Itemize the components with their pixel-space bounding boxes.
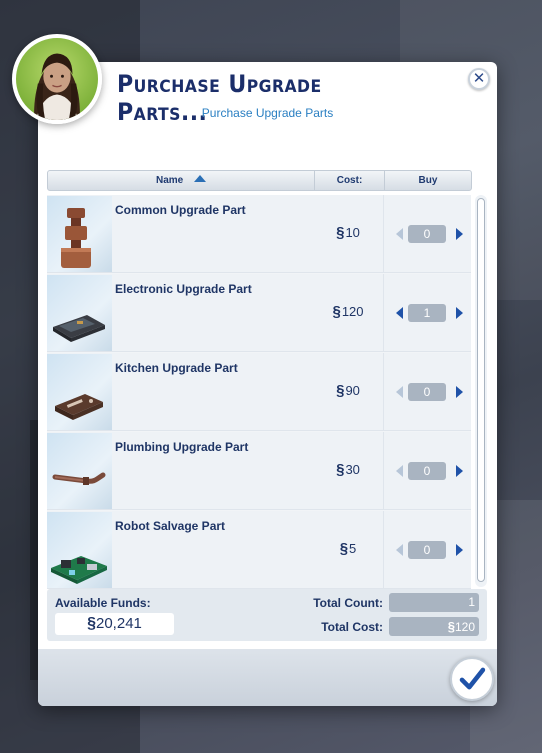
total-count-value: 1 <box>389 593 479 612</box>
available-funds-value: §20,241 <box>55 613 174 635</box>
checkmark-icon <box>459 667 486 690</box>
table-header: Name Cost: Buy <box>47 170 472 191</box>
list-item: Common Upgrade Part §10 0 <box>47 195 471 273</box>
item-cost: §30 <box>313 461 383 478</box>
increase-arrow-icon[interactable] <box>456 465 463 477</box>
increase-arrow-icon[interactable] <box>456 228 463 240</box>
item-cost-value: 30 <box>345 462 360 477</box>
total-cost-label: Total Cost: <box>321 620 383 634</box>
column-header-buy[interactable]: Buy <box>384 171 471 190</box>
avatar <box>12 34 102 124</box>
quantity-field[interactable]: 0 <box>408 383 446 401</box>
total-cost-amount: 120 <box>454 620 475 634</box>
currency-symbol: § <box>336 461 345 478</box>
currency-symbol: § <box>336 382 345 399</box>
currency-symbol: § <box>339 540 349 557</box>
available-funds-label: Available Funds: <box>55 596 151 610</box>
currency-symbol: § <box>332 303 341 320</box>
decrease-arrow-icon[interactable] <box>396 307 403 319</box>
item-name: Common Upgrade Part <box>115 203 246 217</box>
heating-plate-icon <box>47 354 112 430</box>
sort-ascending-icon <box>194 175 207 182</box>
currency-symbol: § <box>447 619 455 634</box>
decrease-arrow-icon[interactable] <box>396 228 403 240</box>
list-item: Kitchen Upgrade Part §90 0 <box>47 353 471 431</box>
quantity-stepper: 0 <box>383 195 471 273</box>
column-header-name[interactable]: Name <box>48 171 314 190</box>
circuit-board-icon <box>47 275 112 351</box>
total-count-label: Total Count: <box>313 596 383 610</box>
copper-stack-icon <box>47 196 112 272</box>
decrease-arrow-icon[interactable] <box>396 386 403 398</box>
list-item: Plumbing Upgrade Part §30 0 <box>47 432 471 510</box>
column-header-buy-label: Buy <box>418 175 438 186</box>
quantity-stepper: 0 <box>383 432 471 510</box>
item-list: Common Upgrade Part §10 0 Electronic Upg… <box>47 195 471 589</box>
item-name: Kitchen Upgrade Part <box>115 361 238 375</box>
dialog-subtitle: Purchase Upgrade Parts <box>201 106 334 120</box>
item-cost: §5 <box>313 540 383 557</box>
increase-arrow-icon[interactable] <box>456 544 463 556</box>
scrollbar-thumb[interactable] <box>477 198 485 582</box>
quantity-field[interactable]: 0 <box>408 462 446 480</box>
decrease-arrow-icon[interactable] <box>396 465 403 477</box>
confirm-button[interactable] <box>450 657 494 701</box>
quantity-field[interactable]: 0 <box>408 225 446 243</box>
item-cost-value: 5 <box>349 541 357 556</box>
item-name: Plumbing Upgrade Part <box>115 440 249 454</box>
quantity-stepper: 0 <box>383 511 471 589</box>
item-cost: §10 <box>313 224 383 241</box>
green-chip-icon <box>47 512 112 588</box>
scrollbar[interactable] <box>475 195 487 587</box>
quantity-stepper: 1 <box>383 274 471 352</box>
item-cost: §120 <box>313 303 383 320</box>
column-header-name-label: Name <box>155 175 184 186</box>
item-cost: §90 <box>313 382 383 399</box>
currency-symbol: § <box>336 224 345 241</box>
column-header-cost-label: Cost: <box>336 175 363 186</box>
item-name: Electronic Upgrade Part <box>115 282 252 296</box>
item-cost-value: 90 <box>345 383 360 398</box>
column-header-cost[interactable]: Cost: <box>314 171 384 190</box>
quantity-stepper: 0 <box>383 353 471 431</box>
available-funds-amount: 20,241 <box>96 615 142 632</box>
item-cost-value: 120 <box>341 304 364 319</box>
close-button[interactable]: ✕ <box>468 68 490 90</box>
dialog-footer <box>38 649 497 706</box>
quantity-field[interactable]: 0 <box>408 541 446 559</box>
decrease-arrow-icon[interactable] <box>396 544 403 556</box>
item-name: Robot Salvage Part <box>115 519 226 533</box>
close-icon: ✕ <box>472 70 486 87</box>
item-cost-value: 10 <box>345 225 360 240</box>
increase-arrow-icon[interactable] <box>456 307 463 319</box>
currency-symbol: § <box>87 615 96 632</box>
list-item: Electronic Upgrade Part §120 1 <box>47 274 471 352</box>
list-item: Robot Salvage Part §5 0 <box>47 511 471 589</box>
increase-arrow-icon[interactable] <box>456 386 463 398</box>
pipe-icon <box>47 433 112 509</box>
total-cost-value: §120 <box>389 617 479 636</box>
quantity-field[interactable]: 1 <box>408 304 446 322</box>
